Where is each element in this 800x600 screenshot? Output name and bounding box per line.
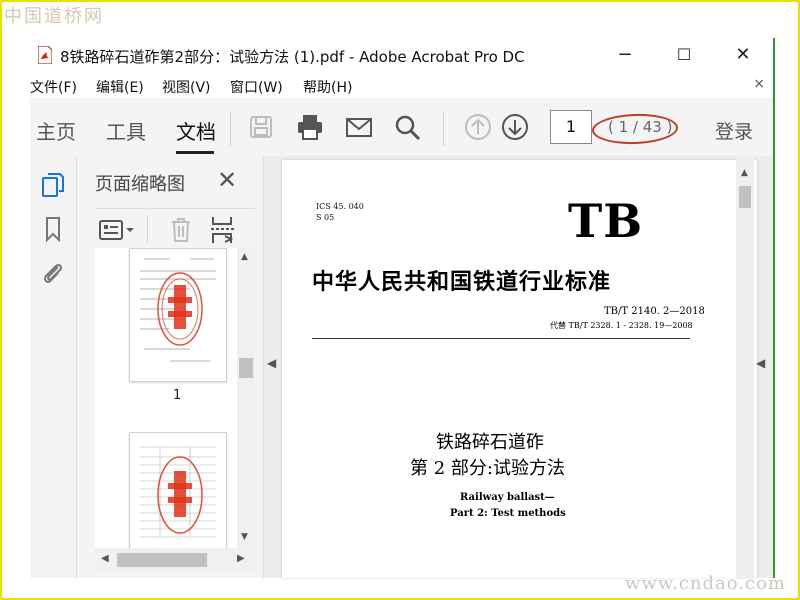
doc-title-line1: 铁路碎石道砟 bbox=[436, 432, 544, 453]
watermark-top: 中国道桥网 bbox=[4, 6, 104, 27]
toolbar-divider bbox=[443, 112, 444, 146]
attachment-icon[interactable] bbox=[38, 258, 68, 288]
menu-view[interactable]: 视图(V) bbox=[162, 77, 211, 97]
thumbnail-preview bbox=[140, 258, 216, 362]
annotation-circle bbox=[591, 112, 679, 146]
thumbnails-panel: 页面缩略图 ✕ 1 ▲ ▼ ◀ ▶ bbox=[77, 156, 264, 578]
watermark-bottom: www.cndao.com bbox=[625, 573, 786, 594]
delete-icon[interactable] bbox=[169, 217, 193, 243]
panel-title: 页面缩略图 bbox=[95, 174, 185, 195]
page-thumbnails-icon[interactable] bbox=[38, 170, 68, 200]
pdf-file-icon bbox=[38, 46, 52, 64]
scroll-thumb[interactable] bbox=[239, 358, 253, 378]
title-rule bbox=[312, 338, 690, 339]
close-button[interactable]: ✕ bbox=[723, 42, 763, 68]
window-edge bbox=[773, 38, 775, 578]
menu-bar: 文件(F) 编辑(E) 视图(V) 窗口(W) 帮助(H) × bbox=[30, 74, 775, 98]
collapse-right-panel-icon[interactable]: ◀ bbox=[756, 356, 765, 370]
panel-toolbar bbox=[95, 208, 255, 250]
scroll-up-arrow[interactable]: ▲ bbox=[241, 252, 248, 262]
tab-tools[interactable]: 工具 bbox=[106, 116, 146, 145]
scroll-down-arrow[interactable]: ▼ bbox=[241, 532, 248, 542]
next-page-icon[interactable] bbox=[500, 112, 530, 142]
thumbnail-options-icon[interactable] bbox=[99, 219, 135, 241]
document-vertical-scrollbar[interactable]: ▲ bbox=[736, 156, 754, 578]
ics-code: ICS 45. 040 bbox=[316, 202, 364, 211]
menu-edit[interactable]: 编辑(E) bbox=[96, 77, 144, 97]
standard-code: TB/T 2140. 2—2018 bbox=[604, 306, 705, 317]
toolbar: 主页 工具 文档 1 (1 / 43) 登录 bbox=[30, 98, 775, 157]
bookmark-icon[interactable] bbox=[38, 214, 68, 244]
menubar-close-icon[interactable]: × bbox=[753, 76, 765, 92]
active-tab-indicator bbox=[176, 151, 214, 154]
acrobat-window: 8铁路碎石道砟第2部分：试验方法 (1).pdf - Adobe Acrobat… bbox=[30, 38, 775, 578]
thumbnail-vertical-scrollbar[interactable]: ▲ ▼ bbox=[237, 248, 255, 548]
menu-help[interactable]: 帮助(H) bbox=[303, 77, 352, 97]
page-thumbnail[interactable] bbox=[129, 432, 227, 548]
page-thumbnail[interactable] bbox=[129, 248, 227, 382]
standard-title: 中华人民共和国铁道行业标准 bbox=[312, 269, 612, 295]
doc-english-line1: Railway ballast— bbox=[460, 492, 555, 503]
scroll-right-arrow[interactable]: ▶ bbox=[237, 553, 245, 564]
document-view: ◀ ICS 45. 040 S 05 TB 中华人民共和国铁道行业标准 TB/T… bbox=[264, 156, 775, 578]
collapse-left-panel-icon[interactable]: ◀ bbox=[267, 356, 276, 370]
thumbnail-list: 1 bbox=[95, 248, 237, 548]
tb-logo: TB bbox=[568, 194, 644, 248]
pdf-page: ICS 45. 040 S 05 TB 中华人民共和国铁道行业标准 TB/T 2… bbox=[282, 160, 757, 578]
title-bar: 8铁路碎石道砟第2部分：试验方法 (1).pdf - Adobe Acrobat… bbox=[30, 38, 775, 72]
maximize-button[interactable]: ☐ bbox=[664, 42, 704, 68]
panel-close-icon[interactable]: ✕ bbox=[217, 166, 237, 194]
print-icon[interactable] bbox=[295, 112, 325, 142]
tab-document[interactable]: 文档 bbox=[176, 116, 216, 145]
doc-title-line2: 第 2 部分:试验方法 bbox=[410, 458, 565, 479]
thumbnail-preview bbox=[140, 446, 216, 538]
scroll-up-arrow[interactable]: ▲ bbox=[741, 168, 748, 178]
s-code: S 05 bbox=[316, 213, 335, 222]
login-button[interactable]: 登录 bbox=[715, 117, 753, 144]
thumbnail-page-label: 1 bbox=[173, 388, 182, 403]
scroll-thumb[interactable] bbox=[739, 186, 751, 208]
previous-page-icon[interactable] bbox=[463, 112, 493, 142]
replaces-code: 代替 TB/T 2328. 1 - 2328. 19—2008 bbox=[550, 321, 693, 330]
minimize-button[interactable]: − bbox=[605, 42, 645, 68]
tab-home[interactable]: 主页 bbox=[36, 116, 76, 145]
scroll-left-arrow[interactable]: ◀ bbox=[101, 553, 109, 564]
navigation-rail bbox=[30, 156, 77, 578]
email-icon[interactable] bbox=[344, 112, 374, 142]
window-title: 8铁路碎石道砟第2部分：试验方法 (1).pdf - Adobe Acrobat… bbox=[60, 48, 525, 66]
search-icon[interactable] bbox=[392, 112, 422, 142]
save-icon[interactable] bbox=[246, 112, 276, 142]
scroll-thumb[interactable] bbox=[117, 553, 207, 567]
thumbnail-horizontal-scrollbar[interactable]: ◀ ▶ bbox=[95, 548, 255, 572]
menu-file[interactable]: 文件(F) bbox=[30, 77, 77, 97]
insert-page-icon[interactable] bbox=[209, 215, 237, 245]
menu-window[interactable]: 窗口(W) bbox=[230, 77, 283, 97]
page-number-input[interactable]: 1 bbox=[550, 110, 592, 144]
toolbar-divider bbox=[230, 112, 231, 146]
panel-toolbar-divider bbox=[147, 215, 148, 243]
doc-english-line2: Part 2: Test methods bbox=[450, 508, 566, 519]
